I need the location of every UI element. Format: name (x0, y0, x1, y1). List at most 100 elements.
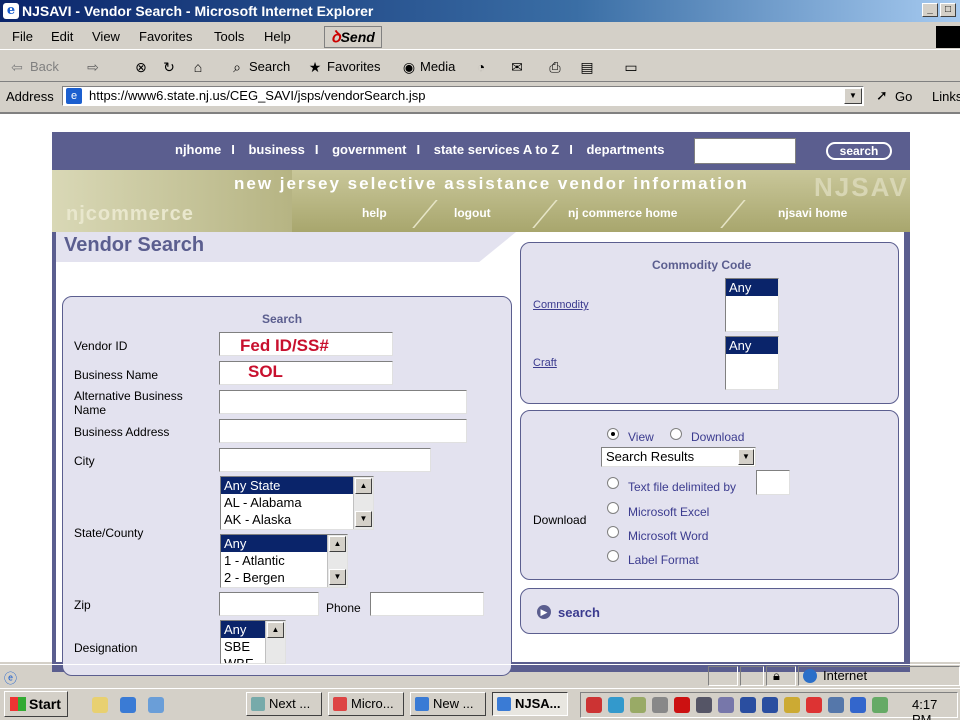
send-button[interactable]: ꝺSend (324, 26, 382, 48)
zip-input[interactable] (219, 592, 319, 616)
menu-help[interactable]: Help (264, 29, 291, 44)
outlook-icon[interactable] (148, 697, 164, 713)
nav-government[interactable]: government (332, 142, 406, 157)
tray-icon[interactable] (630, 697, 646, 713)
download-radio[interactable] (670, 428, 682, 440)
tray-icon[interactable] (696, 697, 712, 713)
designation-scrollbar[interactable]: ▲ (265, 621, 285, 663)
craft-listbox[interactable]: Any (725, 336, 779, 390)
search-toolbar-button[interactable]: Search (249, 59, 290, 74)
menu-view[interactable]: View (92, 29, 120, 44)
mail-icon[interactable]: ✉ (508, 58, 526, 76)
label-format-radio[interactable] (607, 550, 619, 562)
banner-link-logout[interactable]: logout (454, 206, 491, 220)
craft-link[interactable]: Craft (533, 357, 557, 369)
stop-icon[interactable]: ⊗ (132, 58, 150, 76)
search-arrow-icon[interactable]: ▶ (537, 605, 551, 619)
text-file-radio[interactable] (607, 477, 619, 489)
scroll-up-icon[interactable]: ▲ (329, 536, 346, 552)
state-option[interactable]: AL - Alabama (221, 494, 373, 511)
menu-edit[interactable]: Edit (51, 29, 73, 44)
business-name-input[interactable] (219, 361, 393, 385)
state-listbox[interactable]: Any State AL - Alabama AK - Alaska ▲ ▼ (220, 476, 374, 530)
ie-quicklaunch-icon[interactable] (120, 697, 136, 713)
alt-name-input[interactable] (219, 390, 467, 414)
banner-link-njcommerce-home[interactable]: nj commerce home (568, 206, 677, 220)
tray-icon[interactable] (806, 697, 822, 713)
format-select[interactable]: Search Results ▼ (601, 447, 756, 467)
media-toolbar-button[interactable]: Media (420, 59, 455, 74)
minimize-button[interactable]: _ (922, 3, 938, 17)
craft-option[interactable]: Any (726, 337, 778, 354)
state-scrollbar[interactable]: ▲ ▼ (353, 477, 373, 529)
address-input[interactable]: e https://www6.state.nj.us/CEG_SAVI/jsps… (62, 86, 864, 106)
banner-link-help[interactable]: help (362, 206, 387, 220)
go-button[interactable]: Go (895, 89, 912, 104)
scroll-down-icon[interactable]: ▼ (329, 569, 346, 585)
clock[interactable]: 4:17 PM (912, 697, 960, 720)
nav-business[interactable]: business (248, 142, 304, 157)
state-option[interactable]: AK - Alaska (221, 511, 373, 528)
menu-file[interactable]: File (12, 29, 33, 44)
tray-icon[interactable] (828, 697, 844, 713)
page-status-icon: ⓔ (4, 671, 18, 686)
shield-icon[interactable] (740, 697, 756, 713)
word-radio[interactable] (607, 526, 619, 538)
tray-icon[interactable] (586, 697, 602, 713)
business-address-input[interactable] (219, 419, 467, 443)
refresh-icon[interactable]: ↻ (160, 58, 178, 76)
county-scrollbar[interactable]: ▲ ▼ (327, 535, 347, 587)
phone-input[interactable] (370, 592, 484, 616)
taskbar-button-njsavi[interactable]: NJSA... (492, 692, 568, 716)
commodity-listbox[interactable]: Any (725, 278, 779, 332)
tray-icon[interactable] (850, 697, 866, 713)
history-icon[interactable]: ◔ (472, 58, 490, 76)
delimiter-input[interactable] (756, 470, 790, 495)
favorites-toolbar-button[interactable]: Favorites (327, 59, 380, 74)
menu-tools[interactable]: Tools (214, 29, 244, 44)
commodity-link[interactable]: Commodity (533, 299, 589, 311)
address-dropdown-arrow[interactable]: ▼ (844, 88, 862, 104)
scroll-down-icon[interactable]: ▼ (355, 511, 372, 527)
chevron-down-icon[interactable]: ▼ (738, 449, 754, 465)
home-icon[interactable]: ⌂ (189, 58, 207, 76)
taskbar-button-micro[interactable]: Micro... (328, 692, 404, 716)
scroll-up-icon[interactable]: ▲ (355, 478, 372, 494)
view-radio[interactable] (607, 428, 619, 440)
tray-icon[interactable] (674, 697, 690, 713)
county-listbox[interactable]: Any 1 - Atlantic 2 - Bergen ▲ ▼ (220, 534, 348, 588)
taskbar-button-next[interactable]: Next ... (246, 692, 322, 716)
menu-favorites[interactable]: Favorites (139, 29, 192, 44)
nav-departments[interactable]: departments (586, 142, 664, 157)
windows-logo-icon (936, 26, 960, 48)
taskbar-button-new[interactable]: New ... (410, 692, 486, 716)
edit-icon[interactable]: ▤ (578, 58, 596, 76)
maximize-button[interactable]: □ (940, 3, 956, 17)
state-option[interactable]: Any State (221, 477, 373, 494)
city-input[interactable] (219, 448, 431, 472)
desktop-icon[interactable] (92, 697, 108, 713)
designation-listbox[interactable]: Any SBE WBE ▲ (220, 620, 286, 664)
title-bar[interactable]: e NJSAVI - Vendor Search - Microsoft Int… (0, 0, 960, 22)
nav-state-services[interactable]: state services A to Z (434, 142, 559, 157)
scroll-up-icon[interactable]: ▲ (267, 622, 284, 638)
search-submit-link[interactable]: search (558, 605, 600, 620)
site-search-input[interactable] (694, 138, 796, 164)
tray-icon[interactable] (608, 697, 624, 713)
forward-arrow-icon[interactable]: ⇨ (84, 58, 102, 76)
banner-link-njsavi-home[interactable]: njsavi home (778, 206, 847, 220)
tray-icon[interactable] (718, 697, 734, 713)
excel-radio[interactable] (607, 502, 619, 514)
tray-icon[interactable] (784, 697, 800, 713)
tray-icon[interactable] (872, 697, 888, 713)
back-button[interactable]: Back (30, 59, 59, 74)
site-search-button[interactable]: search (826, 142, 892, 160)
volume-icon[interactable] (652, 697, 668, 713)
nav-njhome[interactable]: njhome (175, 142, 221, 157)
shield-icon[interactable] (762, 697, 778, 713)
print-icon[interactable]: ⎙ (546, 58, 564, 76)
links-button[interactable]: Links (932, 89, 960, 104)
commodity-option[interactable]: Any (726, 279, 778, 296)
discuss-icon[interactable]: ▭ (622, 58, 640, 76)
start-button[interactable]: Start (4, 691, 68, 717)
